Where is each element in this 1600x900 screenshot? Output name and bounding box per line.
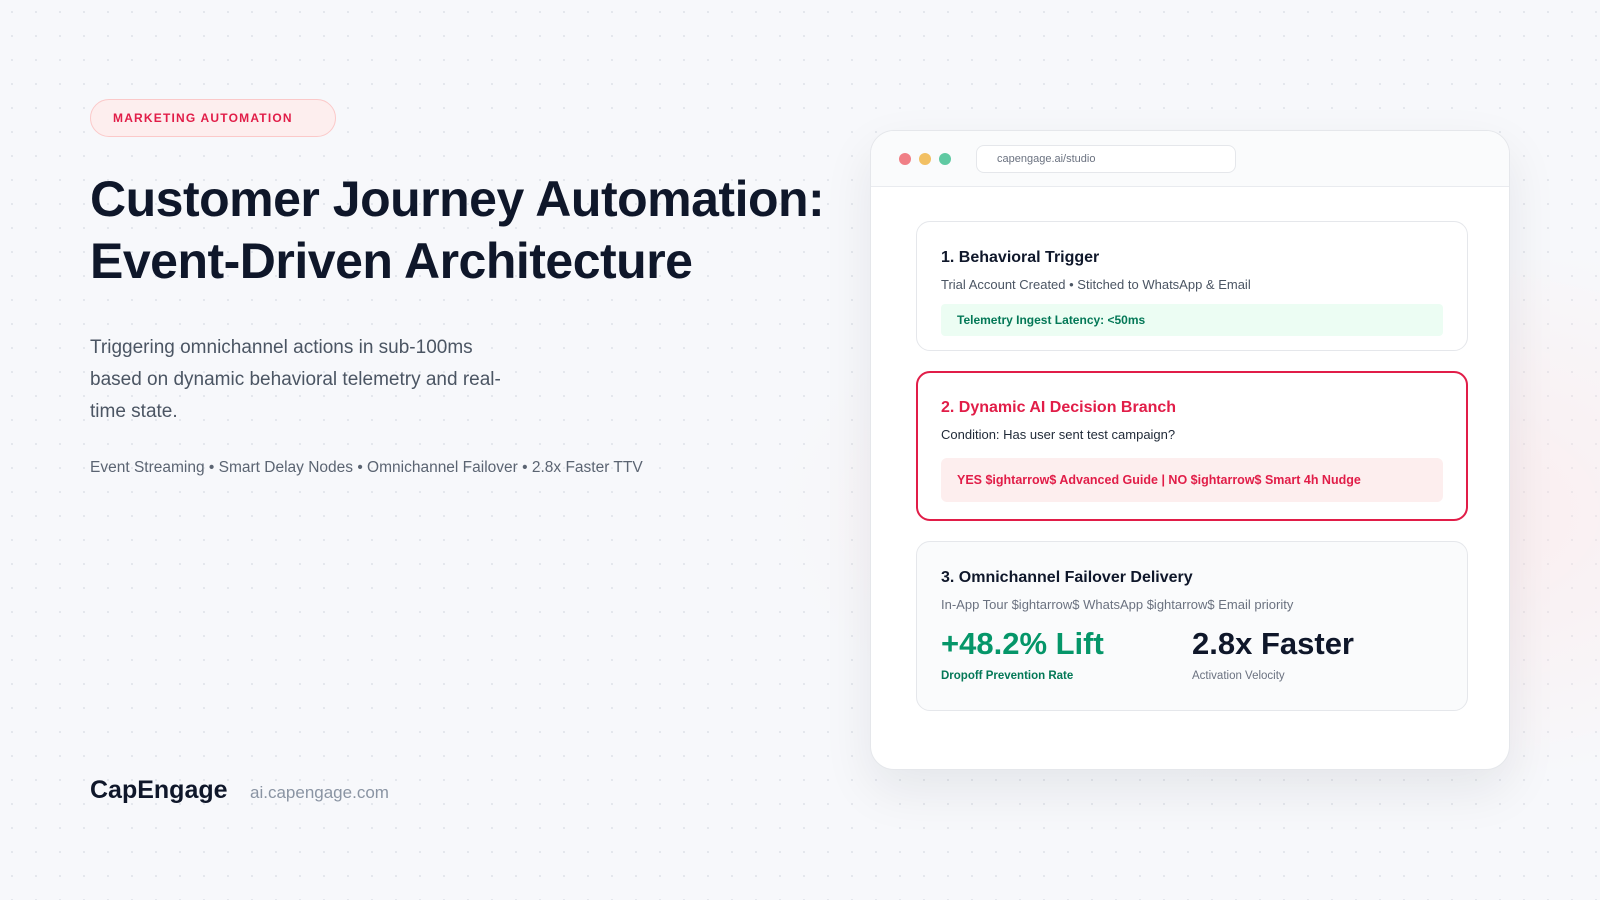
- metric-lift-value: +48.2% Lift: [941, 626, 1104, 661]
- brand-logo: CapEngage: [90, 776, 228, 804]
- card-title: 2. Dynamic AI Decision Branch: [941, 399, 1177, 416]
- address-bar[interactable]: capengage.ai/studio: [976, 145, 1236, 173]
- metric-velocity-label: Activation Velocity: [1192, 670, 1285, 682]
- category-badge: MARKETING AUTOMATION: [90, 99, 336, 137]
- metric-velocity: 2.8x Faster Activation Velocity: [1192, 624, 1443, 682]
- decision-branch-card[interactable]: 2. Dynamic AI Decision Branch Condition:…: [916, 371, 1468, 521]
- card-subtitle: Trial Account Created • Stitched to What…: [941, 277, 1251, 292]
- page-subtitle: Triggering omnichannel actions in sub-10…: [90, 337, 501, 422]
- page-title-line-1: Customer Journey Automation:: [90, 171, 825, 227]
- card-subtitle: Condition: Has user sent test campaign?: [941, 427, 1176, 442]
- close-window-dot-icon[interactable]: [899, 153, 911, 165]
- address-bar-url: capengage.ai/studio: [997, 153, 1096, 165]
- page-title-line-2: Event-Driven Architecture: [90, 233, 693, 289]
- latency-pill: Telemetry Ingest Latency: <50ms: [941, 304, 1443, 336]
- maximize-window-dot-icon[interactable]: [939, 153, 951, 165]
- page-title: Customer Journey Automation: Event-Drive…: [90, 168, 825, 292]
- card-title: 1. Behavioral Trigger: [941, 249, 1100, 266]
- card-title: 3. Omnichannel Failover Delivery: [941, 569, 1193, 586]
- studio-window: capengage.ai/studio 1. Behavioral Trigge…: [870, 130, 1510, 770]
- brand-url: ai.capengage.com: [250, 783, 389, 802]
- metric-velocity-value: 2.8x Faster: [1192, 626, 1354, 661]
- failover-delivery-card[interactable]: 3. Omnichannel Failover Delivery In-App …: [916, 541, 1468, 711]
- latency-pill-label: Telemetry Ingest Latency: <50ms: [957, 313, 1146, 327]
- metric-lift: +48.2% Lift Dropoff Prevention Rate: [941, 624, 1192, 682]
- feature-list: Event Streaming • Smart Delay Nodes • Om…: [90, 459, 643, 476]
- metrics-row: +48.2% Lift Dropoff Prevention Rate 2.8x…: [941, 624, 1443, 682]
- metric-lift-label: Dropoff Prevention Rate: [941, 670, 1074, 682]
- branch-outcome-label: YES $ightarrow$ Advanced Guide | NO $igh…: [957, 473, 1361, 487]
- behavioral-trigger-card[interactable]: 1. Behavioral Trigger Trial Account Crea…: [916, 221, 1468, 351]
- minimize-window-dot-icon[interactable]: [919, 153, 931, 165]
- category-badge-label: MARKETING AUTOMATION: [113, 111, 293, 125]
- window-titlebar: capengage.ai/studio: [871, 131, 1509, 187]
- branch-outcome-pill: YES $ightarrow$ Advanced Guide | NO $igh…: [941, 458, 1443, 502]
- card-subtitle: In-App Tour $ightarrow$ WhatsApp $ightar…: [941, 597, 1294, 612]
